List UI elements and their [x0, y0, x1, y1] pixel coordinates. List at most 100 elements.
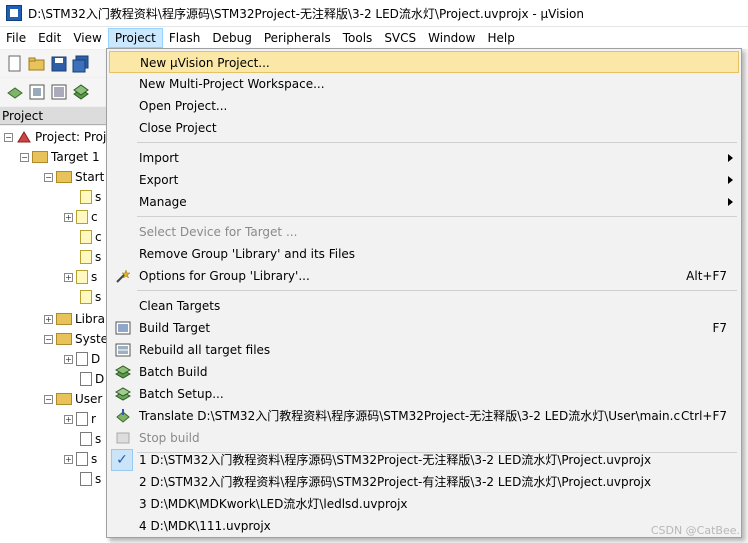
menu-tools[interactable]: Tools: [337, 28, 379, 48]
batch-build-icon[interactable]: [72, 83, 90, 101]
menu-view[interactable]: View: [67, 28, 107, 48]
tree-row-group[interactable]: − Start: [44, 168, 104, 186]
expand-icon[interactable]: +: [64, 272, 73, 282]
menu-select-device[interactable]: Select Device for Target ...: [109, 221, 739, 243]
tree-row-group[interactable]: − User: [44, 390, 102, 408]
file-toolbar: [0, 50, 110, 77]
tree-label: Libra: [75, 312, 105, 326]
project-menu-dropdown: New µVision Project... New Multi-Project…: [106, 48, 742, 538]
tree-label: s: [95, 472, 102, 486]
expand-icon[interactable]: +: [64, 454, 73, 464]
tree-label: s: [91, 452, 98, 466]
open-folder-icon[interactable]: [28, 55, 46, 73]
tree-label: s: [95, 250, 102, 264]
menu-project[interactable]: Project: [107, 28, 163, 48]
tree-row-file[interactable]: s: [80, 470, 101, 488]
menu-separator: [137, 216, 737, 217]
rebuild-icon: [115, 343, 131, 357]
menu-recent-project-2[interactable]: 2 D:\STM32入门教程资料\程序源码\STM32Project-有注释版\…: [109, 471, 739, 493]
tree-label: D: [91, 352, 101, 366]
menu-peripherals[interactable]: Peripherals: [258, 28, 337, 48]
tree-row-project[interactable]: − Project: Proj: [4, 128, 106, 146]
menu-rebuild-all[interactable]: Rebuild all target files: [109, 339, 739, 361]
tree-row-file[interactable]: D: [80, 370, 104, 388]
tree-row-file[interactable]: c: [80, 228, 102, 246]
tree-label: Project: Proj: [35, 130, 107, 144]
menu-recent-project-4[interactable]: 4 D:\MDK\111.uvprojx: [109, 515, 739, 537]
collapse-icon[interactable]: −: [44, 334, 53, 344]
tree-row-group[interactable]: − Syste: [44, 330, 108, 348]
tree-row-file[interactable]: s: [80, 188, 101, 206]
menu-separator: [137, 290, 737, 291]
tree-row-file[interactable]: + D: [64, 350, 100, 368]
tree-row-file[interactable]: + s: [64, 450, 97, 468]
tree-row-file[interactable]: s: [80, 430, 101, 448]
expand-icon[interactable]: +: [64, 354, 73, 364]
tree-row-file[interactable]: s: [80, 248, 101, 266]
menu-debug[interactable]: Debug: [206, 28, 257, 48]
menu-export[interactable]: Export: [109, 169, 739, 191]
menu-remove-group[interactable]: Remove Group 'Library' and its Files: [109, 243, 739, 265]
expand-icon[interactable]: +: [64, 414, 73, 424]
save-all-icon[interactable]: [72, 55, 90, 73]
submenu-arrow-icon: [728, 176, 733, 184]
tree-label: Target 1: [51, 150, 100, 164]
build-toolbar: [0, 78, 110, 106]
tree-label: User: [75, 392, 103, 406]
menu-translate[interactable]: Translate D:\STM32入门教程资料\程序源码\STM32Proje…: [109, 405, 739, 427]
menu-options-for-group[interactable]: Options for Group 'Library'... Alt+F7: [109, 265, 739, 287]
file-icon: [76, 210, 88, 224]
collapse-icon[interactable]: −: [20, 152, 29, 162]
translate-icon[interactable]: [6, 83, 24, 101]
tree-label: s: [91, 270, 98, 284]
tree-row-file[interactable]: s: [80, 288, 101, 306]
menu-batch-build[interactable]: Batch Build: [109, 361, 739, 383]
collapse-icon[interactable]: −: [44, 394, 53, 404]
rebuild-icon[interactable]: [50, 83, 68, 101]
menu-svcs[interactable]: SVCS: [378, 28, 422, 48]
menu-import[interactable]: Import: [109, 147, 739, 169]
file-icon: [80, 432, 92, 446]
save-icon[interactable]: [50, 55, 68, 73]
file-icon: [80, 250, 92, 264]
collapse-icon[interactable]: −: [4, 132, 13, 142]
menu-recent-project-3[interactable]: 3 D:\MDK\MDKwork\LED流水灯\ledlsd.uvprojx: [109, 493, 739, 515]
tree-row-target[interactable]: − Target 1: [20, 148, 100, 166]
build-icon[interactable]: [28, 83, 46, 101]
menu-edit[interactable]: Edit: [32, 28, 67, 48]
window-title: D:\STM32入门教程资料\程序源码\STM32Project-无注释版\3-…: [28, 6, 584, 21]
tree-row-group[interactable]: + Libra: [44, 310, 105, 328]
menu-clean-targets[interactable]: Clean Targets: [109, 295, 739, 317]
menu-new-project[interactable]: New µVision Project...: [109, 51, 739, 73]
batch-setup-icon: [115, 387, 131, 401]
file-icon: [80, 290, 92, 304]
menu-new-multi-project[interactable]: New Multi-Project Workspace...: [109, 73, 739, 95]
target-folder-icon: [32, 151, 48, 163]
menu-window[interactable]: Window: [422, 28, 481, 48]
expand-icon[interactable]: +: [64, 212, 73, 222]
menu-open-project[interactable]: Open Project...: [109, 95, 739, 117]
menu-batch-setup[interactable]: Batch Setup...: [109, 383, 739, 405]
menu-close-project[interactable]: Close Project: [109, 117, 739, 139]
file-icon: [80, 472, 92, 486]
file-icon: [76, 412, 88, 426]
checkmark-icon: ✓: [111, 449, 133, 471]
menu-build-target[interactable]: Build Target F7: [109, 317, 739, 339]
expand-icon[interactable]: +: [44, 314, 53, 324]
menu-file[interactable]: File: [0, 28, 32, 48]
tree-label: r: [91, 412, 96, 426]
menu-manage[interactable]: Manage: [109, 191, 739, 213]
tree-label: c: [95, 230, 102, 244]
tree-row-file[interactable]: + s: [64, 268, 97, 286]
tree-row-file[interactable]: + r: [64, 410, 96, 428]
tree-row-file[interactable]: + c: [64, 208, 98, 226]
build-target-icon: [115, 321, 131, 335]
menu-stop-build[interactable]: Stop build: [109, 427, 739, 449]
collapse-icon[interactable]: −: [44, 172, 53, 182]
menu-flash[interactable]: Flash: [163, 28, 206, 48]
title-bar: D:\STM32入门教程资料\程序源码\STM32Project-无注释版\3-…: [0, 0, 748, 27]
menu-bar: File Edit View Project Flash Debug Perip…: [0, 27, 748, 49]
menu-recent-project-1[interactable]: ✓ 1 D:\STM32入门教程资料\程序源码\STM32Project-无注释…: [109, 449, 739, 471]
new-file-icon[interactable]: [6, 55, 24, 73]
menu-help[interactable]: Help: [481, 28, 520, 48]
